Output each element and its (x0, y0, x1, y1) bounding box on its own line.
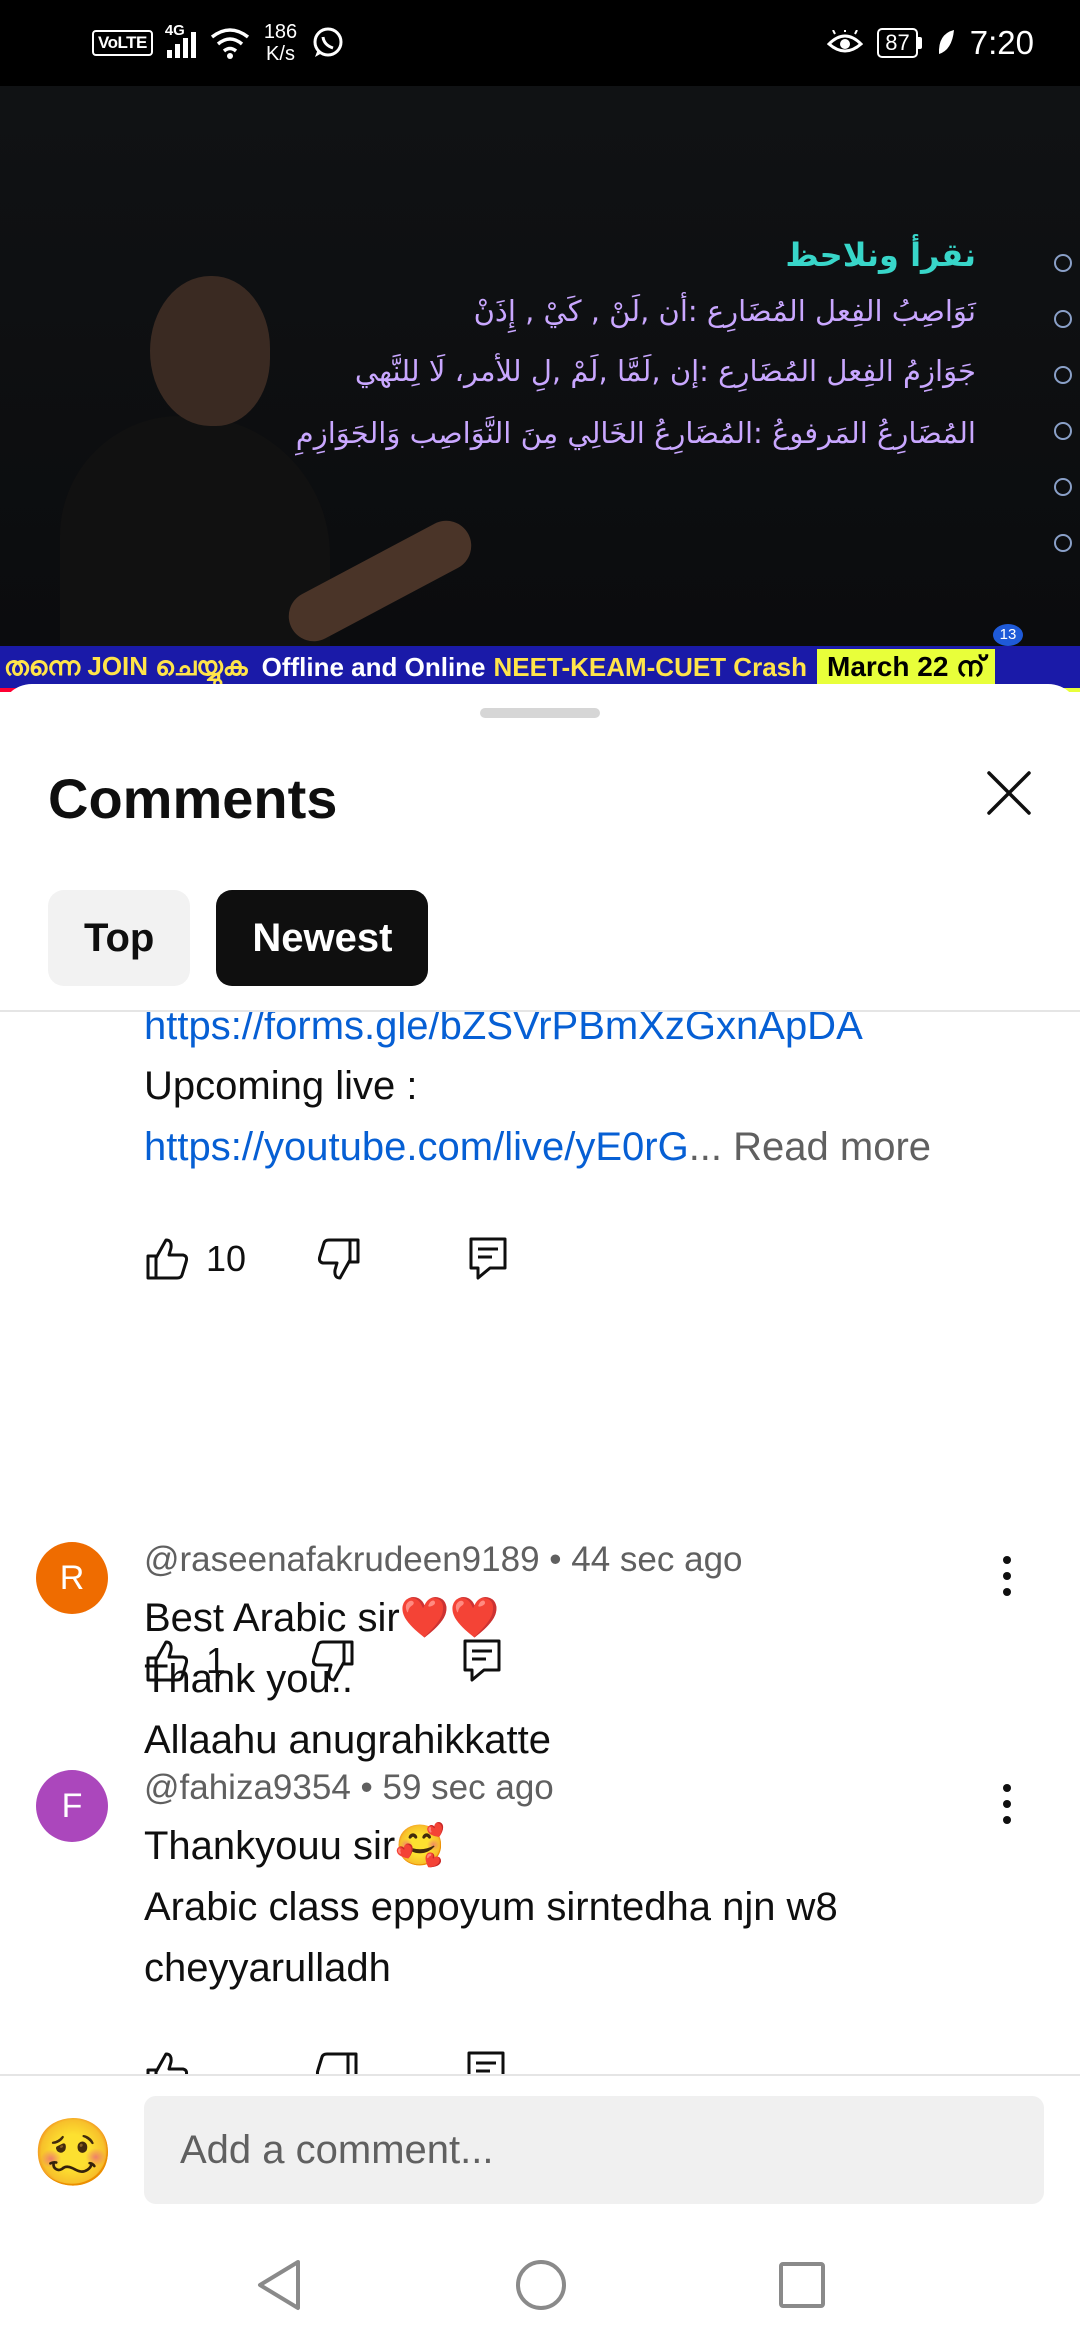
comment-meta: @fahiza9354 • 59 sec ago (144, 1768, 554, 1807)
thumb-up-icon (146, 1238, 189, 1280)
comment-author[interactable]: @raseenafakrudeen9189 (144, 1540, 540, 1579)
like-button[interactable]: 1 (144, 1638, 226, 1684)
comment-actions: 1 (144, 1638, 502, 1684)
system-nav-bar (0, 2230, 1080, 2340)
sort-tabs: Top Newest (48, 890, 429, 986)
close-button[interactable] (978, 762, 1040, 824)
drag-handle[interactable] (480, 708, 600, 718)
reply-button[interactable] (462, 1638, 502, 1684)
emoji-button[interactable]: 🥴 (32, 2112, 114, 2192)
clock: 7:20 (969, 24, 1034, 61)
like-button[interactable] (144, 2050, 190, 2074)
comment-text: cheyyarulladh (144, 1946, 391, 1990)
network-speed: 186 K/s (263, 21, 298, 65)
more-options-button[interactable] (990, 1774, 1024, 1834)
reply-button[interactable] (466, 2050, 506, 2074)
dislike-button[interactable] (316, 1236, 362, 1282)
status-left: VoLTE 4G 186 K/s (92, 18, 345, 68)
comments-sheet: Comments Top Newest https://forms.gle/bZ… (0, 684, 1080, 2332)
battery-indicator: 87 (877, 28, 922, 58)
like-count: 10 (206, 1238, 247, 1279)
comment-actions (144, 2050, 506, 2074)
tab-newest[interactable]: Newest (216, 890, 429, 986)
video-player[interactable]: نقرأ ونلاحظ نَوَاصِبُ الفِعل المُضَارِع … (0, 86, 1080, 692)
more-options-button[interactable] (990, 1546, 1024, 1606)
wifi-icon (210, 28, 249, 59)
tab-top[interactable]: Top (48, 890, 191, 986)
reply-button[interactable] (468, 1236, 508, 1282)
comment-text-line: https://youtube.com/live/yE0rG... Read m… (144, 1125, 932, 1169)
cellular-signal-icon: 4G (165, 22, 196, 58)
board-line-3: المُضَارِعُ المَرفوعُ :المُضَارِعُ الخَا… (295, 416, 976, 450)
comment-link[interactable]: https://youtube.com/live/yE0rG (144, 1125, 689, 1169)
sheet-title: Comments (48, 767, 338, 830)
comment-item: F @fahiza9354 • 59 sec ago Thankyouu sir… (0, 1760, 1080, 2074)
reply-icon (463, 1639, 501, 1682)
comment-text: Arabic class eppoyum sirntedha njn w8 (144, 1885, 838, 1929)
status-right: 87 7:20 (827, 18, 1034, 68)
board-line-1: نَوَاصِبُ الفِعل المُضَارِع :أن ,لَنْ , … (473, 294, 976, 328)
board-toolbar (1054, 254, 1072, 552)
teacher-head (150, 276, 270, 426)
eye-comfort-icon (827, 30, 864, 53)
comment-author[interactable]: @fahiza9354 (144, 1768, 351, 1807)
whatsapp-icon (313, 27, 343, 57)
thumb-down-icon (315, 2052, 358, 2074)
composer-divider (0, 2074, 1080, 2076)
thumb-up-icon (146, 2052, 189, 2074)
thumb-up-icon (146, 1640, 189, 1682)
like-button[interactable]: 10 (144, 1236, 246, 1282)
avatar[interactable]: R (36, 1542, 108, 1614)
thumb-down-icon (317, 1238, 360, 1280)
comment-text: Upcoming live : (144, 1064, 418, 1108)
board-line-2: جَوَازِمُ الفِعل المُضَارِع :إن ,لَمَّا … (354, 354, 976, 388)
charging-leaf-icon (938, 30, 954, 54)
volte-indicator: VoLTE (92, 30, 153, 56)
board-title: نقرأ ونلاحظ (785, 236, 976, 274)
status-bar: VoLTE 4G 186 K/s 87 7:20 (0, 0, 1080, 86)
frame-badge: 13 (993, 624, 1023, 646)
comment-time: 44 sec ago (571, 1540, 743, 1579)
comment-text: Thankyouu sir🥰 (144, 1824, 446, 1868)
comment-link[interactable]: https://forms.gle/bZSVrPBmXzGxnApDA (144, 1012, 863, 1057)
back-icon[interactable] (254, 2258, 304, 2312)
video-frame: نقرأ ونلاحظ نَوَاصِبُ الفِعل المُضَارِع … (0, 86, 1080, 692)
add-comment-input[interactable]: Add a comment... (144, 2096, 1044, 2204)
comment-actions: 10 (144, 1236, 508, 1282)
recents-icon[interactable] (778, 2261, 826, 2309)
dislike-button[interactable] (314, 2050, 360, 2074)
read-more-button[interactable]: Read more (733, 1125, 931, 1169)
comment-time: 59 sec ago (382, 1768, 554, 1807)
like-count: 1 (206, 1640, 227, 1681)
avatar[interactable]: F (36, 1770, 108, 1842)
home-icon[interactable] (514, 2258, 568, 2312)
comment-meta: @raseenafakrudeen9189 • 44 sec ago (144, 1540, 743, 1579)
reply-icon (469, 1237, 507, 1280)
reply-icon (467, 2051, 505, 2074)
thumb-down-icon (311, 1640, 354, 1682)
dislike-button[interactable] (310, 1638, 356, 1684)
close-icon (987, 771, 1031, 815)
